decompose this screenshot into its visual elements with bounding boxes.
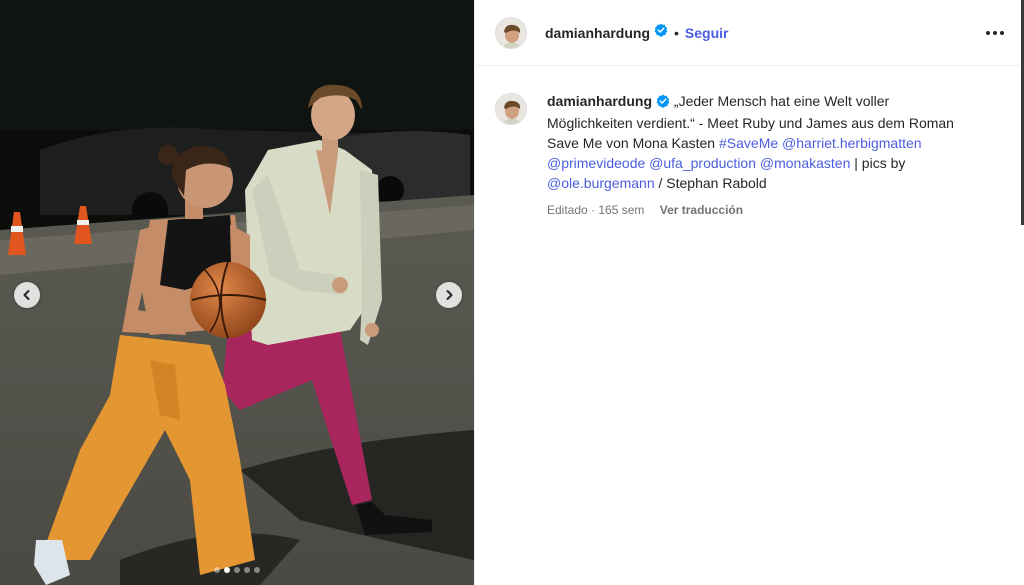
post-media <box>0 0 474 585</box>
carousel-dot <box>234 567 240 573</box>
caption-meta: Editado · 165 sem Ver traducción <box>547 200 977 220</box>
avatar-image <box>496 94 526 124</box>
carousel-indicator <box>0 567 474 573</box>
chevron-left-icon <box>23 290 30 300</box>
avatar[interactable] <box>495 16 527 49</box>
mention-link[interactable]: @ufa_production <box>649 155 756 171</box>
hashtag-link[interactable]: #SaveMe <box>719 135 778 151</box>
post-photo <box>0 0 474 585</box>
caption-body: damianhardung „Jeder Mensch hat eine Wel… <box>547 91 977 220</box>
post-header: damianhardung • Seguir <box>475 0 1024 66</box>
carousel-dot <box>214 567 220 573</box>
post-side-panel: damianhardung • Seguir damianhardung „Je… <box>474 0 1024 585</box>
verified-badge-icon <box>654 23 668 42</box>
mention-link[interactable]: @monakasten <box>760 155 850 171</box>
post-caption: damianhardung „Jeder Mensch hat eine Wel… <box>475 66 1024 220</box>
caption-text-tail: / Stephan Rabold <box>654 175 767 191</box>
edited-timestamp: Editado · 165 sem <box>547 203 645 217</box>
carousel-next-button[interactable] <box>436 282 462 308</box>
caption-username[interactable]: damianhardung <box>547 93 652 109</box>
avatar-image <box>496 17 526 48</box>
follow-button[interactable]: Seguir <box>685 25 729 41</box>
verified-badge-icon <box>656 93 670 113</box>
carousel-dot <box>244 567 250 573</box>
more-options-icon[interactable] <box>982 25 1008 41</box>
header-username[interactable]: damianhardung <box>545 25 650 41</box>
caption-avatar[interactable] <box>495 93 527 125</box>
chevron-right-icon <box>446 290 453 300</box>
mention-link[interactable]: @ole.burgemann <box>547 175 655 191</box>
caption-text-credits: | pics by <box>850 155 906 171</box>
caption-text: damianhardung „Jeder Mensch hat eine Wel… <box>547 91 977 193</box>
carousel-dot-active <box>224 567 230 573</box>
carousel-prev-button[interactable] <box>14 282 40 308</box>
see-translation-button[interactable]: Ver traducción <box>660 203 743 217</box>
carousel-dot <box>254 567 260 573</box>
header-separator: • <box>674 24 679 41</box>
post-modal: damianhardung • Seguir damianhardung „Je… <box>0 0 1024 585</box>
mention-link[interactable]: @primevideode <box>547 155 645 171</box>
mention-link[interactable]: @harriet.herbigmatten <box>782 135 922 151</box>
